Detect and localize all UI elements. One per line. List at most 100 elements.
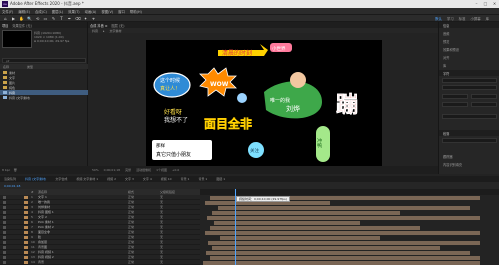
label-color-chip[interactable] (24, 241, 28, 244)
panel-effects-presets-title[interactable]: 效果和预设 (443, 47, 459, 52)
layer-duration-bar[interactable] (212, 245, 440, 250)
tracking-field[interactable] (471, 102, 497, 107)
panel-libraries-title[interactable]: 库 (443, 63, 446, 68)
label-color-chip[interactable] (24, 246, 28, 249)
resolution-dropdown[interactable]: 完整 (125, 168, 131, 172)
panel-character-title[interactable]: 字符 (443, 71, 449, 76)
layer-name[interactable]: 文字 1 (38, 195, 47, 199)
layer-duration-bar[interactable] (220, 235, 380, 240)
blend-mode-dropdown[interactable]: 正常 (128, 260, 134, 264)
parent-dropdown[interactable]: 无 (160, 240, 163, 244)
parent-dropdown[interactable]: 无 (160, 255, 163, 259)
parent-dropdown[interactable]: 无 (160, 245, 163, 249)
label-color-chip[interactable] (24, 206, 28, 209)
layer-name[interactable]: 背景图 (38, 245, 47, 249)
menu-file[interactable]: 文件(F) (2, 9, 13, 14)
parent-dropdown[interactable]: 无 (160, 210, 163, 214)
timeline-timecode[interactable]: 0;00;01;18 (4, 184, 20, 188)
visibility-eye-icon[interactable] (3, 256, 6, 259)
brush-tool-icon[interactable]: ✒ (67, 16, 72, 21)
visibility-eye-icon[interactable] (3, 261, 6, 264)
parent-dropdown[interactable]: 无 (160, 250, 163, 254)
kerning-field[interactable] (442, 102, 468, 107)
layer-duration-bar[interactable] (207, 215, 480, 220)
trash-icon[interactable]: 🗑 (13, 168, 17, 172)
parent-dropdown[interactable]: 无 (160, 200, 163, 204)
tab-project[interactable]: 项目 (2, 23, 8, 28)
parent-dropdown[interactable]: 无 (160, 195, 163, 199)
tab-comp[interactable]: 背景 1 (198, 177, 207, 181)
font-style-dropdown[interactable] (442, 85, 497, 90)
col-mode[interactable]: 模式 (128, 190, 134, 194)
layer-name[interactable]: 抖音 视频 2 (38, 255, 54, 259)
rotate-tool-icon[interactable]: ⟲ (35, 16, 40, 21)
visibility-eye-icon[interactable] (3, 251, 6, 254)
label-color-chip[interactable] (24, 211, 28, 214)
blend-mode-dropdown[interactable]: 正常 (128, 250, 134, 254)
parent-dropdown[interactable]: 无 (160, 205, 163, 209)
menu-window[interactable]: 窗口 (118, 9, 125, 14)
menu-edit[interactable]: 编辑(E) (18, 9, 30, 14)
selection-tool-icon[interactable]: ▶ (11, 16, 16, 21)
tab-render-queue[interactable]: 渲染队列 (4, 177, 16, 181)
composition-viewer[interactable]: 清晨的时刻 小世界 这个时候 真让人！ WOW 好看呀 我想不了 面目全非 唯一… (146, 40, 382, 170)
blend-mode-dropdown[interactable]: 正常 (128, 255, 134, 259)
maximize-button[interactable]: □ (481, 0, 490, 8)
views-dropdown[interactable]: 1个视图 (156, 168, 167, 172)
blend-mode-dropdown[interactable]: 正常 (128, 195, 134, 199)
pen-tool-icon[interactable]: ✎ (51, 16, 56, 21)
menu-composition[interactable]: 合成(C) (35, 9, 47, 14)
layer-name[interactable]: 面目全非 (38, 230, 50, 234)
label-color-chip[interactable] (24, 256, 28, 259)
layer-name[interactable]: 唯一的我 (38, 200, 50, 204)
layer-name[interactable]: 脸 (38, 235, 41, 239)
layer-duration-bar[interactable] (210, 225, 420, 230)
label-color-chip[interactable] (24, 216, 28, 219)
parent-dropdown[interactable]: 无 (160, 235, 163, 239)
col-source-name[interactable]: 源名称 (38, 190, 47, 194)
layer-name[interactable]: 叠加层 (38, 240, 47, 244)
visibility-eye-icon[interactable] (3, 221, 6, 224)
layer-duration-bar[interactable] (206, 250, 470, 255)
blend-mode-dropdown[interactable]: 正常 (128, 240, 134, 244)
tab-comp[interactable]: 视频 文字素材 1 (76, 177, 98, 181)
layer-duration-bar[interactable] (203, 260, 480, 265)
panel-paragraph-title[interactable]: 段落 (443, 131, 449, 136)
blend-mode-dropdown[interactable]: 正常 (128, 230, 134, 234)
panel-tracker-title[interactable]: 跟踪器 (443, 154, 453, 159)
tab-comp[interactable]: 视频 10 (161, 177, 172, 181)
blend-mode-dropdown[interactable]: 正常 (128, 205, 134, 209)
font-size-field[interactable] (442, 94, 468, 99)
hand-tool-icon[interactable]: ✋ (19, 16, 24, 21)
panel-info-title[interactable]: 信息 (443, 23, 449, 28)
workspace-default[interactable]: 默认 (435, 16, 442, 21)
current-time-display[interactable]: 0;00;01;18 (104, 168, 120, 172)
visibility-eye-icon[interactable] (3, 236, 6, 239)
close-button[interactable]: ✕ (490, 0, 499, 8)
col-type[interactable]: 类型 (27, 65, 33, 69)
col-name[interactable]: 名称 (3, 65, 9, 69)
time-ruler[interactable] (200, 189, 499, 195)
workspace-libraries[interactable]: 库 (486, 16, 489, 21)
parent-dropdown[interactable]: 无 (160, 225, 163, 229)
visibility-eye-icon[interactable] (3, 216, 6, 219)
layer-name[interactable]: 文字 2 (38, 215, 47, 219)
text-style-buttons[interactable] (442, 114, 497, 119)
visibility-eye-icon[interactable] (3, 231, 6, 234)
layer-name[interactable]: 抖音 图框 1 (38, 210, 54, 214)
blend-mode-dropdown[interactable]: 正常 (128, 200, 134, 204)
blend-mode-dropdown[interactable]: 正常 (128, 210, 134, 214)
visibility-eye-icon[interactable] (3, 211, 6, 214)
label-color-chip[interactable] (24, 201, 28, 204)
visibility-eye-icon[interactable] (3, 241, 6, 244)
tab-comp[interactable]: 文字 3 (125, 177, 134, 181)
menu-view[interactable]: 视图(V) (101, 9, 113, 14)
tab-comp[interactable]: 文字 4 (143, 177, 152, 181)
visibility-eye-icon[interactable] (3, 246, 6, 249)
panel-content-aware-fill-title[interactable]: 内容识别填充 (443, 162, 462, 167)
menu-animation[interactable]: 动画(A) (85, 9, 97, 14)
tab-comp[interactable]: 文字合成 (55, 177, 67, 181)
tab-comp-main[interactable]: 抖音 (文字素材) (25, 177, 46, 181)
label-color-chip[interactable] (24, 226, 28, 229)
parent-dropdown[interactable]: 无 (160, 220, 163, 224)
